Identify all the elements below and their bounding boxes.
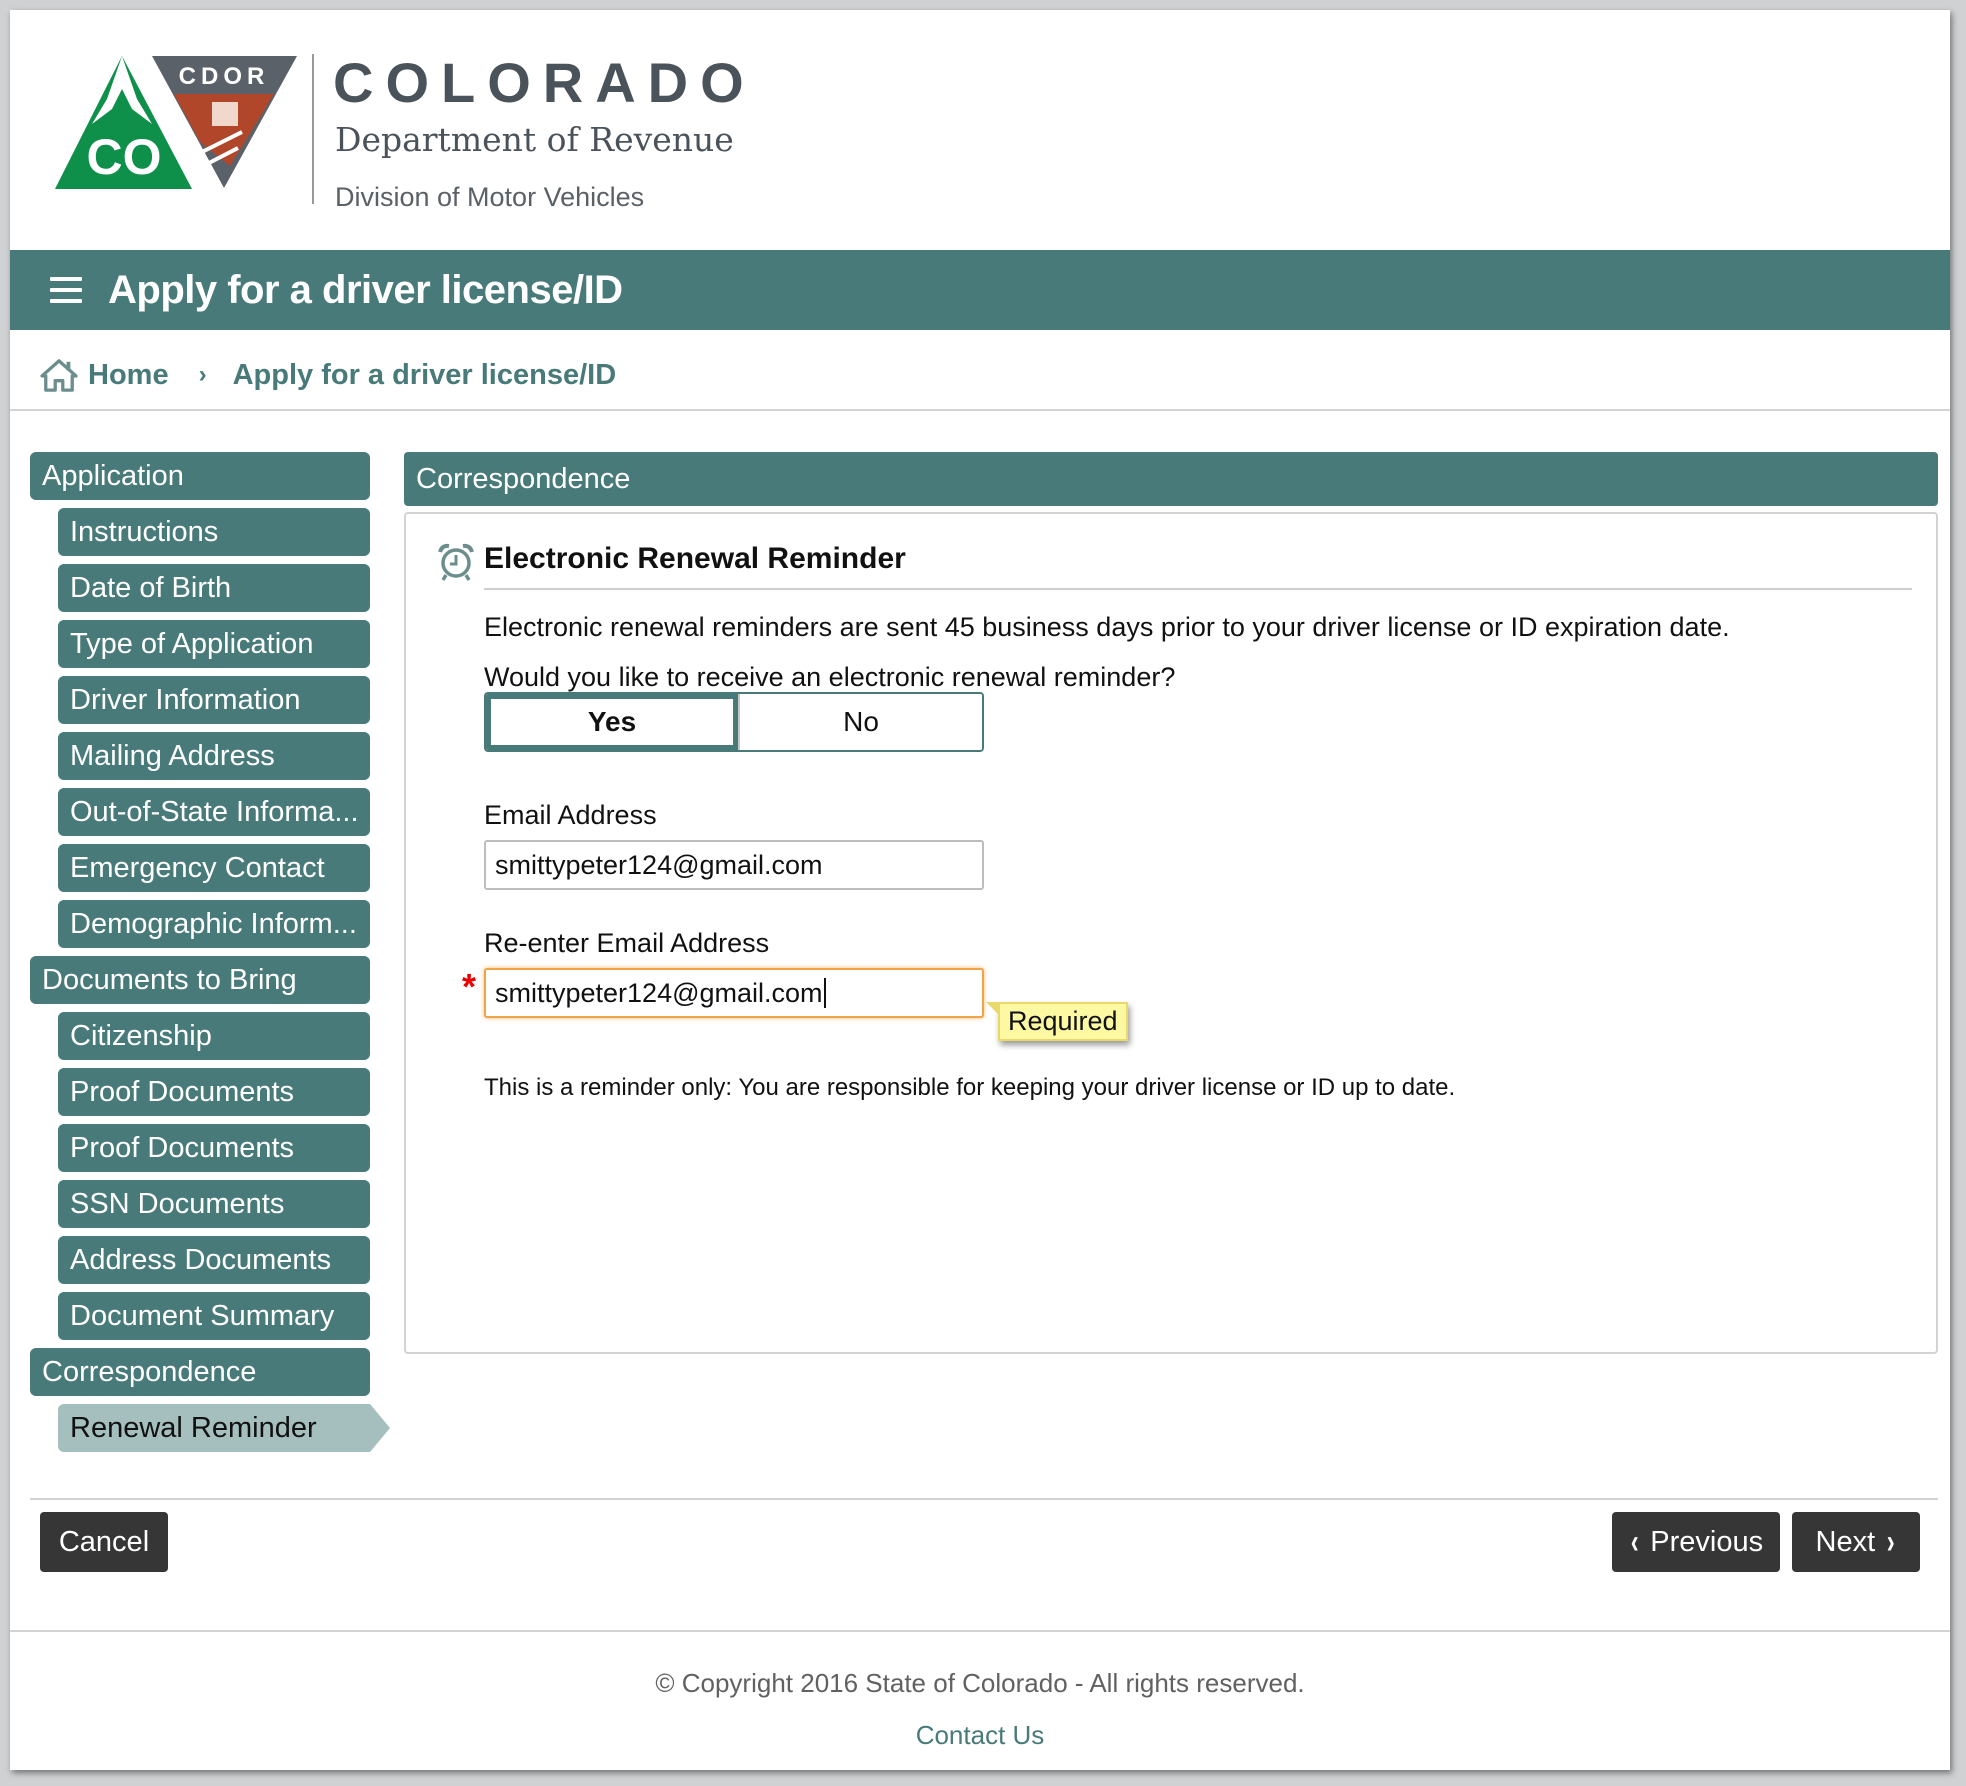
contact-us-link[interactable]: Contact Us [10,1720,1950,1751]
sidebar-item-date-of-birth[interactable]: Date of Birth [58,564,370,612]
required-tooltip: Required [986,1002,1128,1041]
required-asterisk: * [462,966,477,1007]
next-button[interactable]: Next › [1792,1512,1920,1572]
next-label: Next [1815,1525,1876,1558]
footer-divider [10,1630,1950,1632]
brand-title: COLORADO [333,51,756,114]
page-title: Apply for a driver license/ID [108,267,623,312]
sidebar-item-out-of-state[interactable]: Out-of-State Informa... [58,788,370,836]
breadcrumb-current[interactable]: Apply for a driver license/ID [233,359,617,392]
sidebar-item-proof-documents-2[interactable]: Proof Documents [58,1124,370,1172]
copyright-text: © Copyright 2016 State of Colorado - All… [655,1668,1305,1698]
reenter-email-label: Re-enter Email Address [484,928,770,958]
sidebar-item-citizenship[interactable]: Citizenship [58,1012,370,1060]
reminder-toggle: Yes No [484,692,984,752]
panel-header: Correspondence [404,452,1938,506]
logo-divider [312,54,314,204]
title-bar: Apply for a driver license/ID [10,250,1950,330]
sidebar-item-ssn-documents[interactable]: SSN Documents [58,1180,370,1228]
sidebar-item-renewal-reminder[interactable]: Renewal Reminder [58,1404,390,1452]
reenter-email-field[interactable]: smittypeter124@gmail.com [484,968,984,1018]
previous-button[interactable]: ‹ Previous [1612,1512,1780,1572]
panel-body: Electronic Renewal Reminder Electronic r… [404,512,1938,1354]
building-icon [212,102,238,126]
brand-division: Division of Motor Vehicles [335,182,645,212]
alarm-clock-icon [438,543,474,581]
sidebar-item-type-of-application[interactable]: Type of Application [58,620,370,668]
actions-divider [30,1498,1938,1500]
cdor-logo: CO CDOR [55,56,297,189]
sidebar-item-emergency-contact[interactable]: Emergency Contact [58,844,370,892]
sidebar-item-mailing-address[interactable]: Mailing Address [58,732,370,780]
divider [10,409,1950,411]
previous-label: Previous [1650,1525,1764,1558]
sidebar-item-correspondence[interactable]: Correspondence [30,1348,370,1396]
page: CO CDOR COLORADO Department of Revenue D… [10,10,1950,1770]
sidebar-item-instructions[interactable]: Instructions [58,508,370,556]
sidebar-item-address-documents[interactable]: Address Documents [58,1236,370,1284]
section-title: Electronic Renewal Reminder [484,542,906,575]
chevron-right-icon: › [1886,1522,1895,1561]
text-caret [823,978,826,1008]
reenter-email-value: smittypeter124@gmail.com [495,977,823,1008]
sidebar-item-application[interactable]: Application [30,452,370,500]
breadcrumb-separator: › [198,361,207,388]
sidebar-item-documents-to-bring[interactable]: Documents to Bring [30,956,370,1004]
section-divider [484,588,1912,590]
logo-co-text: CO [87,129,162,185]
home-icon[interactable] [40,358,78,392]
breadcrumb-home-link[interactable]: Home [88,359,169,392]
breadcrumb: Home › Apply for a driver license/ID [40,358,616,392]
question-text: Would you like to receive an electronic … [484,662,1176,692]
sidebar-item-demographic[interactable]: Demographic Inform... [58,900,370,948]
email-label: Email Address [484,800,657,830]
brand-department: Department of Revenue [335,120,734,159]
sidebar-item-document-summary[interactable]: Document Summary [58,1292,370,1340]
email-value: smittypeter124@gmail.com [495,849,823,880]
cancel-button[interactable]: Cancel [40,1512,168,1572]
logo-cdor-text: CDOR [179,63,270,90]
email-field[interactable]: smittypeter124@gmail.com [484,840,984,890]
hamburger-menu-icon[interactable] [50,277,82,303]
intro-text: Electronic renewal reminders are sent 45… [484,612,1730,642]
sidebar-item-proof-documents[interactable]: Proof Documents [58,1068,370,1116]
disclaimer-text: This is a reminder only: You are respons… [484,1074,1456,1101]
toggle-yes[interactable]: Yes [486,694,738,750]
toggle-no[interactable]: No [738,694,982,750]
chevron-left-icon: ‹ [1630,1522,1639,1561]
sidebar-item-driver-information[interactable]: Driver Information [58,676,370,724]
